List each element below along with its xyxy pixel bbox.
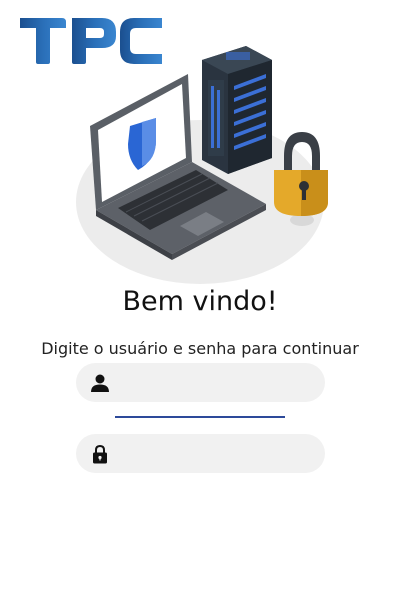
lock-icon	[93, 444, 107, 463]
password-input[interactable]	[118, 445, 317, 462]
username-input[interactable]	[118, 374, 317, 391]
password-field[interactable]	[76, 434, 325, 473]
security-illustration	[76, 46, 328, 284]
login-subtitle: Digite o usuário e senha para continuar	[41, 339, 359, 358]
username-field[interactable]	[76, 363, 325, 402]
server-rack-icon	[202, 46, 272, 174]
user-icon	[91, 374, 109, 392]
username-focus-underline	[115, 416, 285, 418]
welcome-title: Bem vindo!	[122, 286, 278, 317]
